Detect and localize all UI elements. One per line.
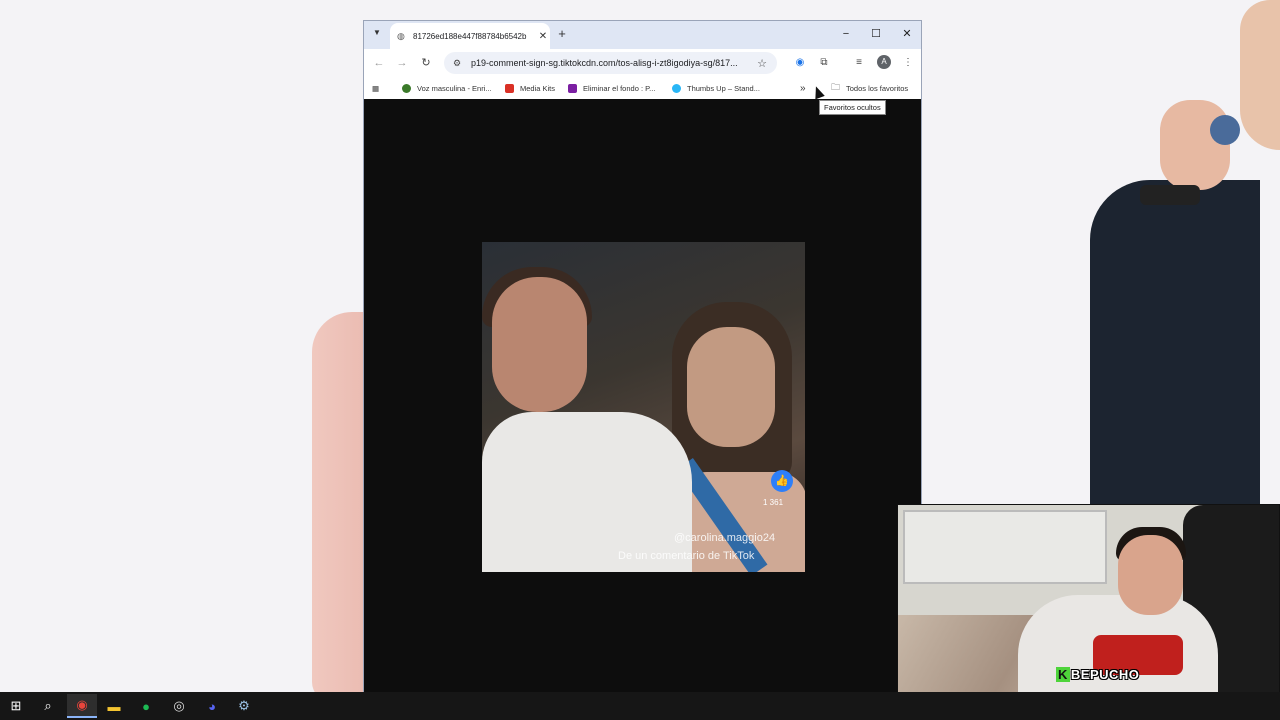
bookmark-item-4[interactable]: Thumbs Up – Stand...: [672, 81, 760, 95]
tab-title: 81726ed188e447f88784b6542b: [413, 31, 527, 41]
globe-icon: ◍: [397, 31, 405, 41]
like-count: 1 361: [763, 498, 784, 507]
toolbar: ← → ↻ ⚙ p19-comment-sign-sg.tiktokcdn.co…: [364, 49, 921, 77]
extensions-icon[interactable]: ⧉: [816, 55, 832, 71]
chevron-double-right-icon[interactable]: »: [800, 81, 806, 95]
taskbar: ⊞ ⌕ ◉ ▬ ● ◎ ◕ ⚙: [0, 692, 1280, 720]
menu-kebab-icon[interactable]: ⋮: [900, 55, 916, 71]
video-caption: De un comentario de TikTok: [618, 550, 755, 562]
page-content: 👍 1 361 @carolina.maggio24 De un comenta…: [364, 99, 921, 693]
bookmark-star-icon[interactable]: ☆: [755, 57, 769, 70]
webcam-overlay: K BEPUCHO: [897, 504, 1280, 720]
gmail-icon: [505, 83, 514, 93]
forward-button[interactable]: →: [394, 55, 410, 71]
tooltip: Favoritos ocultos: [819, 100, 886, 115]
media-control-icon[interactable]: ≡: [851, 55, 867, 71]
close-tab-icon[interactable]: ✕: [536, 31, 550, 42]
video-handle: @carolina.maggio24: [674, 532, 776, 544]
sparkle-icon: [672, 83, 681, 93]
browser-window: ▼ ◍ 81726ed188e447f88784b6542b ✕ + − ☐ ✕…: [363, 20, 922, 693]
bookmark-item-2[interactable]: Media Kits: [505, 81, 555, 95]
video-frame[interactable]: 👍 1 361 @carolina.maggio24 De un comenta…: [482, 242, 805, 572]
site-info-icon[interactable]: ⚙: [453, 58, 465, 69]
close-window-button[interactable]: ✕: [893, 25, 921, 43]
search-icon[interactable]: ⌕: [33, 694, 63, 718]
url-text: p19-comment-sign-sg.tiktokcdn.com/tos-al…: [471, 58, 738, 68]
bookmarks-bar: ▦ Voz masculina - Enri... Media Kits Eli…: [364, 77, 921, 99]
all-bookmarks-button[interactable]: 🗀 Todos los favoritos: [831, 81, 908, 95]
reload-button[interactable]: ↻: [418, 55, 434, 71]
folder-icon: 🗀: [831, 82, 841, 92]
spotify-icon[interactable]: ●: [131, 694, 161, 718]
discord-icon[interactable]: ◕: [197, 694, 227, 718]
new-tab-button[interactable]: +: [554, 26, 570, 42]
thumbs-up-icon: 👍: [771, 470, 793, 492]
chrome-icon[interactable]: ◉: [67, 694, 97, 718]
circle-icon: [402, 83, 411, 93]
windows-start-icon[interactable]: ⊞: [1, 694, 31, 718]
bookmark-item-1[interactable]: Voz masculina - Enri...: [402, 81, 492, 95]
tab-active[interactable]: ◍ 81726ed188e447f88784b6542b ✕: [390, 23, 550, 49]
obs-icon[interactable]: ◎: [164, 694, 194, 718]
bookmark-item-3[interactable]: Eliminar el fondo : P...: [568, 81, 655, 95]
steam-icon[interactable]: ⚙: [229, 694, 259, 718]
media-icon[interactable]: ◉: [792, 55, 808, 71]
back-button[interactable]: ←: [371, 55, 387, 71]
apps-grid-icon[interactable]: ▦: [372, 81, 379, 95]
streamer-logo: K BEPUCHO: [1056, 667, 1140, 682]
address-bar[interactable]: ⚙ p19-comment-sign-sg.tiktokcdn.com/tos-…: [444, 52, 777, 74]
tab-search-chevron-icon[interactable]: ▼: [370, 28, 384, 42]
file-explorer-icon[interactable]: ▬: [99, 694, 129, 718]
profile-avatar[interactable]: A: [877, 55, 891, 69]
maximize-button[interactable]: ☐: [862, 25, 890, 43]
app-icon: [568, 83, 577, 93]
microphone-icon: [1210, 115, 1240, 145]
minimize-button[interactable]: −: [832, 25, 860, 43]
tab-strip: ▼ ◍ 81726ed188e447f88784b6542b ✕ + − ☐ ✕: [364, 21, 921, 49]
